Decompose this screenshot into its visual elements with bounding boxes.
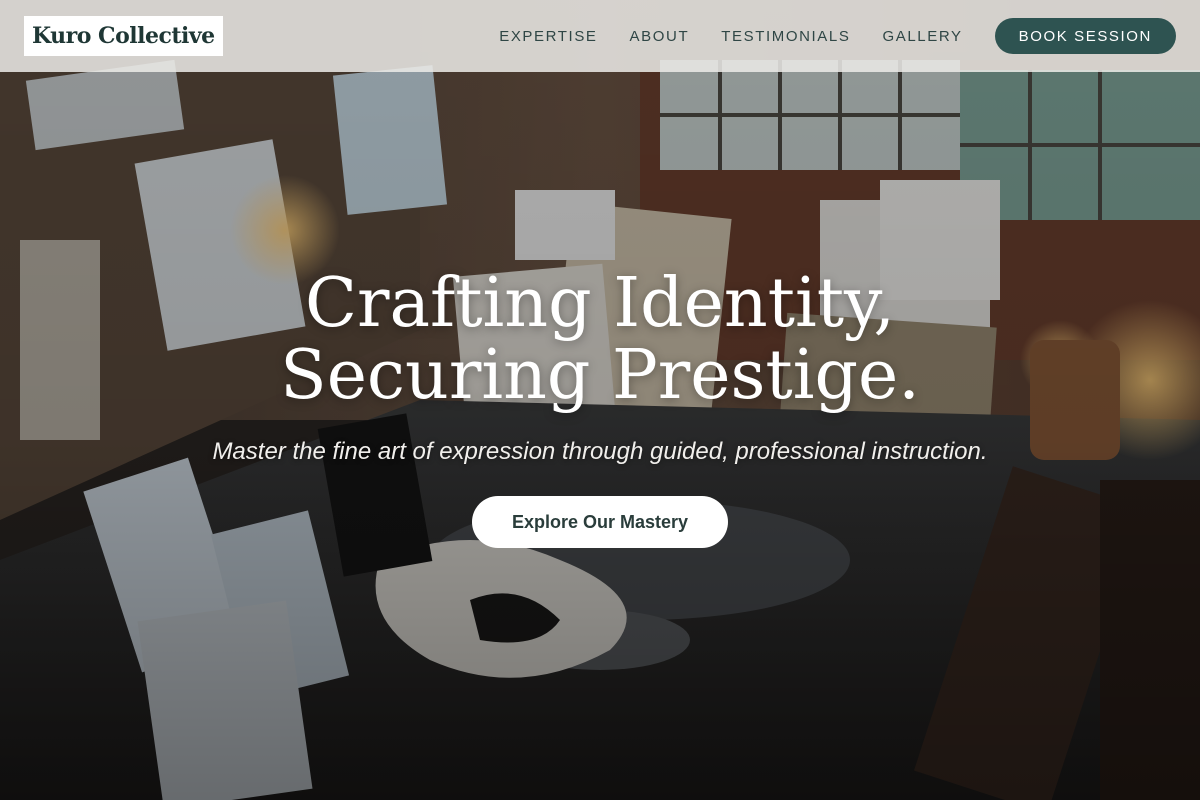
hero-subtitle: Master the fine art of expression throug… (212, 438, 988, 465)
brand-logo[interactable]: Kuro Collective (24, 16, 223, 56)
hero-content: Crafting Identity, Securing Prestige. Ma… (0, 268, 1200, 548)
nav-links: EXPERTISE ABOUT TESTIMONIALS GALLERY (499, 28, 962, 45)
nav-link-about[interactable]: ABOUT (630, 28, 690, 45)
nav-link-expertise[interactable]: EXPERTISE (499, 28, 597, 45)
hero-title-line-1: Crafting Identity, (304, 264, 896, 343)
nav-link-testimonials[interactable]: TESTIMONIALS (721, 28, 850, 45)
nav-link-gallery[interactable]: GALLERY (882, 28, 962, 45)
hero-title: Crafting Identity, Securing Prestige. (0, 268, 1200, 412)
book-session-button[interactable]: BOOK SESSION (994, 18, 1176, 54)
explore-mastery-button[interactable]: Explore Our Mastery (471, 496, 729, 548)
hero-title-line-2: Securing Prestige. (280, 336, 920, 415)
top-navbar: Kuro Collective EXPERTISE ABOUT TESTIMON… (0, 0, 1200, 72)
